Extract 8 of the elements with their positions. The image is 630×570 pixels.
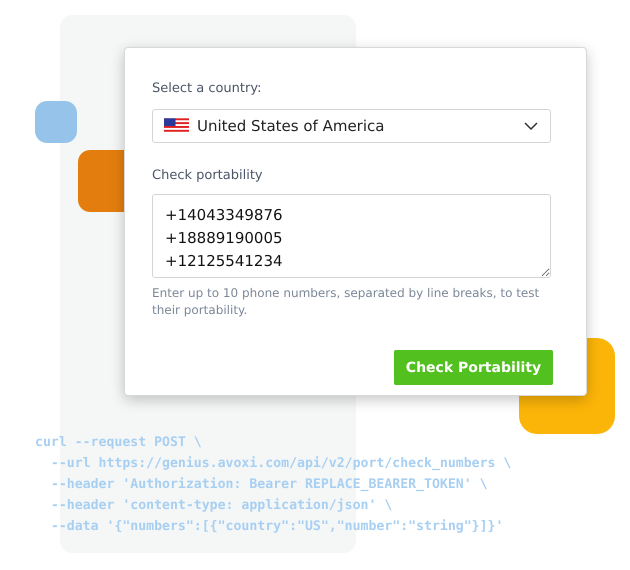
code-snippet: curl --request POST \ --url https://genius.avoxi.com/api/v2/port/check_numbers \ --header 'Authorization: Bearer REPLACE_BEARER_TOKEN' \ --header 'content-type: application/json' \ --data '{"numbers":[{"country":"US","number":"string"}]}' xyxy=(35,434,512,536)
phone-numbers-field[interactable]: +14043349876 +18889190005 +12125541234 xyxy=(152,194,551,278)
hint-text: Enter up to 10 phone numbers, separated by line breaks, to test their portability. xyxy=(152,285,540,319)
chevron-down-icon xyxy=(524,122,538,130)
country-select[interactable]: United States of America xyxy=(152,109,551,143)
flag-icon xyxy=(164,118,189,134)
field-label: Select a country: xyxy=(152,81,262,96)
field-label: Check portability xyxy=(152,168,263,183)
